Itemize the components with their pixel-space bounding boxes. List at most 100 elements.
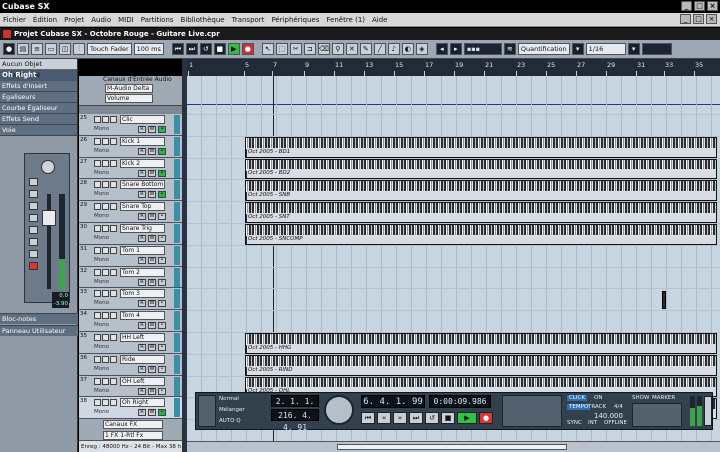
track-name[interactable]: Tom 3: [120, 289, 165, 299]
menu-fichier[interactable]: Fichier: [3, 16, 26, 24]
track-label[interactable]: TRACK: [588, 404, 606, 410]
transport-rewind-icon[interactable]: «: [377, 412, 391, 424]
track-name[interactable]: Tom 4: [120, 311, 165, 321]
menu-fenetre[interactable]: Fenêtre (1): [326, 16, 365, 24]
track-row[interactable]: 37 OH Left Mono R W •: [79, 375, 182, 398]
transport-next-marker-icon[interactable]: ⏭: [409, 412, 423, 424]
record-arm-button[interactable]: •: [158, 256, 166, 264]
track-row[interactable]: 38 Oh Right Mono R W •: [79, 397, 182, 420]
write-automation-button[interactable]: W: [148, 387, 156, 395]
edit-button[interactable]: [110, 399, 117, 407]
record-arm-button[interactable]: •: [158, 387, 166, 395]
color-tool-icon[interactable]: ◈: [415, 43, 428, 55]
timeline-ruler[interactable]: 1 5 7 9 11 13 15 17 19 21 23 25 27 29 31 33 35: [187, 59, 720, 76]
fx-channel-name[interactable]: 1 FX 1-Rtl Fx: [103, 431, 163, 441]
play-icon[interactable]: ▶: [227, 43, 240, 55]
transport-play-icon[interactable]: ▶: [457, 412, 477, 424]
record-arm-button[interactable]: •: [158, 213, 166, 221]
split-tool-icon[interactable]: ✂: [289, 43, 302, 55]
menu-partitions[interactable]: Partitions: [141, 16, 174, 24]
record-arm-button[interactable]: •: [158, 322, 166, 330]
menu-midi[interactable]: MIDI: [118, 16, 134, 24]
record-arm-button[interactable]: •: [158, 147, 166, 155]
quantize-label[interactable]: Quantification: [517, 43, 570, 55]
record-mode-normal[interactable]: Normal: [219, 396, 239, 402]
offline-label[interactable]: OFFLINE: [604, 420, 627, 426]
track-row[interactable]: 28 Snare Bottom Mono R W •: [79, 179, 182, 202]
mute-icon[interactable]: [29, 178, 38, 186]
track-row[interactable]: 34 Tom 4 Mono R W •: [79, 310, 182, 332]
read-automation-button[interactable]: R: [138, 147, 146, 155]
track-row[interactable]: 32 Tom 2 Mono R W •: [79, 266, 182, 289]
read-automation-button[interactable]: R: [138, 235, 146, 242]
edit-button[interactable]: [110, 290, 117, 298]
edit-button[interactable]: [110, 312, 117, 320]
write-automation-button[interactable]: W: [148, 126, 156, 133]
monitor-icon[interactable]: [29, 250, 38, 258]
minimize-button[interactable]: _: [681, 1, 692, 11]
jog-wheel[interactable]: [324, 395, 354, 425]
inspector-notepad[interactable]: Bloc-notes: [0, 313, 78, 324]
record-arm-button[interactable]: •: [158, 344, 166, 351]
track-name[interactable]: Snare Top: [120, 202, 165, 212]
scrollbar-thumb[interactable]: [337, 444, 567, 450]
mute-button[interactable]: [94, 116, 101, 123]
track-name[interactable]: Tom 1: [120, 245, 165, 255]
track-row[interactable]: 25 Clic Mono R W •: [79, 114, 182, 136]
edit-icon[interactable]: [29, 226, 38, 234]
transport-cycle-icon[interactable]: ↺: [425, 412, 439, 424]
mute-button[interactable]: [94, 159, 101, 167]
track-row[interactable]: 27 Kick 2 Mono R W •: [79, 157, 182, 180]
solo-button[interactable]: [102, 355, 109, 363]
inspector-user-panel[interactable]: Panneau Utilisateur: [0, 325, 78, 336]
track-name[interactable]: Kick 2: [120, 158, 165, 168]
audio-event[interactable]: Oct 2005 - SNCOMP: [245, 224, 717, 245]
solo-icon[interactable]: [29, 190, 38, 198]
transport-prev-marker-icon[interactable]: ⏮: [361, 412, 375, 424]
write-automation-button[interactable]: W: [148, 256, 156, 264]
mute-button[interactable]: [94, 355, 101, 363]
color-swatch[interactable]: [641, 43, 672, 55]
inspector-section-eq-curve[interactable]: Courbe Égaliseur: [0, 103, 77, 114]
delay-select[interactable]: 100 ms: [133, 43, 164, 55]
pan-knob[interactable]: [41, 160, 55, 174]
click-state[interactable]: ON: [594, 395, 602, 401]
mute-button[interactable]: [94, 268, 101, 276]
write-automation-button[interactable]: W: [148, 322, 156, 330]
audio-event[interactable]: [662, 291, 666, 310]
marker-label[interactable]: MARKER: [652, 395, 675, 401]
mute-button[interactable]: [94, 203, 101, 211]
inspector-section-channel[interactable]: Voie: [0, 125, 77, 136]
edit-button[interactable]: [110, 355, 117, 363]
edit-button[interactable]: [110, 116, 117, 123]
quantize-arrow-icon[interactable]: ▾: [571, 43, 584, 55]
edit-button[interactable]: [110, 181, 117, 189]
record-arm-button[interactable]: •: [158, 126, 166, 133]
record-arm-icon[interactable]: [29, 262, 38, 270]
solo-button[interactable]: [102, 225, 109, 232]
track-row[interactable]: 36 Ride Mono R W •: [79, 353, 182, 376]
solo-button[interactable]: [102, 377, 109, 385]
read-automation-button[interactable]: R: [138, 387, 146, 395]
read-automation-button[interactable]: R: [138, 169, 146, 177]
menu-peripheriques[interactable]: Périphériques: [271, 16, 319, 24]
erase-tool-icon[interactable]: ⌫: [317, 43, 330, 55]
write-automation-button[interactable]: W: [148, 344, 156, 351]
mute-tool-icon[interactable]: ✕: [345, 43, 358, 55]
record-enable-icon[interactable]: ●: [3, 43, 15, 55]
close-button[interactable]: ×: [707, 1, 718, 11]
read-automation-button[interactable]: R: [138, 256, 146, 264]
track-name[interactable]: Kick 1: [120, 136, 165, 146]
stop-icon[interactable]: ■: [213, 43, 226, 55]
record-arm-button[interactable]: •: [158, 300, 166, 308]
solo-button[interactable]: [102, 137, 109, 145]
track-name[interactable]: Clic: [120, 115, 165, 124]
zoom-tool-icon[interactable]: ⚲: [331, 43, 344, 55]
inspector-section-inserts[interactable]: Effets d'Insert: [0, 81, 77, 92]
edit-button[interactable]: [110, 246, 117, 254]
record-arm-button[interactable]: •: [158, 191, 166, 199]
menu-transport[interactable]: Transport: [232, 16, 265, 24]
automation-mode-select[interactable]: Touch Fader: [87, 43, 132, 55]
read-automation-button[interactable]: R: [138, 365, 146, 373]
write-automation-button[interactable]: W: [148, 191, 156, 199]
